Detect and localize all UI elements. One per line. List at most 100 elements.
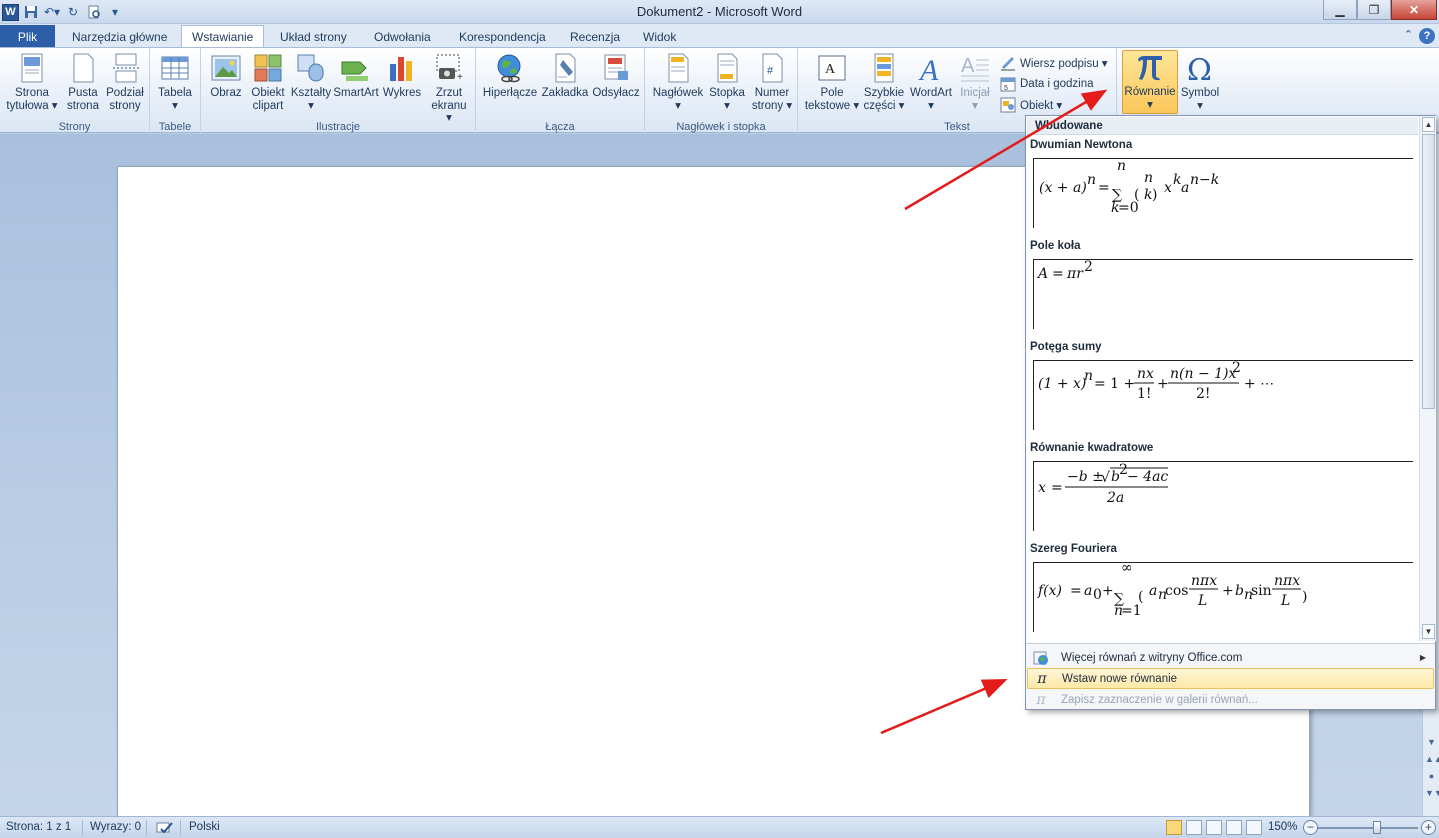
tab-narzedzia-glowne[interactable]: Narzędzia główne [62,26,177,48]
drop-cap-button[interactable]: A Inicjał ▾ [956,52,994,112]
draft-view-icon[interactable] [1246,820,1262,835]
wordart-label-1: WordArt [910,87,952,99]
page-break-button[interactable]: Podział strony [104,52,146,112]
page-break-label-1: Podział [106,87,144,99]
chart-icon [390,57,412,81]
bookmark-button[interactable]: Zakładka [540,52,590,100]
symbol-button[interactable]: Ω Symbol ▾ [1179,52,1221,112]
tab-wstawianie[interactable]: Wstawianie [181,25,265,48]
svg-text:b: b [1235,583,1244,599]
equation-item-circle-area[interactable]: A = πr 2 [1033,259,1413,329]
screenshot-button[interactable]: + Zrzut ekranu ▾ [427,52,471,125]
picture-button[interactable]: Obraz [209,52,243,100]
zoom-slider[interactable] [1318,827,1418,829]
object-button[interactable]: Obiekt ▾ [1000,95,1062,115]
zoom-level[interactable]: 150% [1268,821,1297,833]
clipart-button[interactable]: Obiekt clipart [249,52,287,112]
gallery-scrollbar[interactable]: ▲ ▼ [1419,116,1436,641]
equation-menu: Więcej równań z witryny Office.com ▶ π W… [1026,643,1435,709]
page-number-label-2: strony ▾ [751,99,793,112]
zoom-in-icon[interactable]: + [1421,820,1436,835]
gallery-scroll-down-icon[interactable]: ▼ [1422,624,1435,639]
scroll-down-icon[interactable]: ▼ [1425,737,1438,751]
svg-text:=: = [1051,480,1063,496]
shapes-label-2: ▾ [308,99,314,112]
cover-page-button[interactable]: Strona tytułowa ▾ [4,52,60,112]
footer-button[interactable]: Stopka ▾ [707,52,747,112]
proofing-icon[interactable] [156,821,174,838]
date-time-button[interactable]: 5 Data i godzina [1000,74,1094,94]
blank-page-label-1: Pusta [68,87,98,99]
smartart-icon [341,61,368,81]
web-layout-view-icon[interactable] [1206,820,1222,835]
svg-text:=: = [1052,266,1064,282]
page-number-button[interactable]: # Numer strony ▾ [749,52,795,112]
tab-uklad-strony[interactable]: Układ strony [270,26,357,48]
hyperlink-button[interactable]: Hiperłącze [482,52,538,100]
clipart-label-2: clipart [252,99,284,112]
next-page-icon[interactable]: ▼▼ [1425,788,1439,802]
gallery-scroll-thumb[interactable] [1422,134,1435,409]
signature-line-icon [1001,57,1015,71]
insert-new-equation-menu-item[interactable]: π Wstaw nowe równanie [1027,668,1434,689]
language-indicator[interactable]: Polski [189,821,220,833]
equation-item-sum-power[interactable]: (1 + x) n = 1 + nx 1! + n(n − 1)x 2 2! +… [1033,360,1413,430]
text-box-icon: A [818,55,846,81]
group-label-naglowek: Nagłówek i stopka [676,121,766,133]
svg-text:x: x [1164,180,1172,196]
svg-text:(1 + x): (1 + x) [1038,376,1086,392]
shapes-button[interactable]: Kształty ▾ [291,52,331,112]
page-number-label-1: Numer [754,87,790,99]
browse-object-icon[interactable]: ● [1425,771,1438,785]
gallery-scroll-up-icon[interactable]: ▲ [1422,117,1435,132]
equation-button[interactable]: Równanie ▾ [1122,50,1178,114]
minimize-icon[interactable]: ▁ [1323,0,1357,20]
svg-text:n−k: n−k [1190,172,1219,188]
more-equations-menu-item[interactable]: Więcej równań z witryny Office.com ▶ [1027,647,1434,668]
page-count[interactable]: Strona: 1 z 1 [6,821,71,833]
svg-text:n: n [1084,368,1093,384]
clipart-icon [254,54,282,82]
object-label: Obiekt ▾ [1020,100,1063,112]
blank-page-icon [73,53,94,83]
chart-button[interactable]: Wykres [382,52,422,100]
table-button[interactable]: Tabela ▾ [155,52,195,112]
zoom-out-icon[interactable]: − [1303,820,1318,835]
svg-text:nπx: nπx [1274,573,1300,589]
outline-view-icon[interactable] [1226,820,1242,835]
svg-text:nπx: nπx [1191,573,1217,589]
blank-page-button[interactable]: Pusta strona [64,52,102,112]
tab-widok[interactable]: Widok [633,26,686,48]
svg-text:A: A [961,55,975,77]
cross-reference-button[interactable]: Odsyłacz [592,52,640,100]
svg-text:+: + [1102,583,1114,599]
wordart-button[interactable]: A WordArt ▾ [906,52,956,112]
equation-item-fourier[interactable]: f(x) = a 0 + ∑ ∞ n =1 ( a n cos nπx L + … [1033,562,1413,632]
minimize-ribbon-icon[interactable]: ⌃ [1404,28,1413,44]
signature-line-button[interactable]: Wiersz podpisu ▾ [1000,53,1108,73]
group-naglowek-stopka: Nagłówek ▾ Stopka ▾ # Numer strony ▾ Nag… [645,48,798,134]
submenu-arrow-icon: ▶ [1419,653,1426,662]
save-selection-menu-item[interactable]: π Zapisz zaznaczenie w galerii równań... [1027,689,1434,710]
save-selection-label: Zapisz zaznaczenie w galerii równań... [1061,693,1258,706]
restore-icon[interactable]: ❐ [1357,0,1391,20]
tab-plik[interactable]: Plik [0,25,55,48]
quick-parts-button[interactable]: Szybkie części ▾ [862,52,906,112]
smartart-button[interactable]: SmartArt [333,52,379,100]
help-icon[interactable]: ? [1419,28,1435,44]
close-icon[interactable]: ✕ [1391,0,1437,20]
previous-page-icon[interactable]: ▲▲ [1425,754,1439,768]
tab-korespondencja[interactable]: Korespondencja [449,26,556,48]
tab-recenzja[interactable]: Recenzja [560,26,630,48]
full-screen-reading-view-icon[interactable] [1186,820,1202,835]
print-layout-view-icon[interactable] [1166,820,1182,835]
equation-item-quadratic[interactable]: x = −b ± √ b 2 − 4ac 2a [1033,461,1413,531]
text-box-button[interactable]: A Pole tekstowe ▾ [804,52,860,112]
svg-text:= 1 +: = 1 + [1094,376,1135,392]
header-button[interactable]: Nagłówek ▾ [649,52,707,112]
word-count[interactable]: Wyrazy: 0 [90,821,141,833]
zoom-slider-thumb[interactable] [1373,821,1381,834]
equation-item-binomial[interactable]: (x + a) n = ∑ n k =0 ( n k ) x k a n−k [1033,158,1413,228]
tab-odwolania[interactable]: Odwołania [364,26,441,48]
group-label-tabele: Tabele [158,121,192,133]
